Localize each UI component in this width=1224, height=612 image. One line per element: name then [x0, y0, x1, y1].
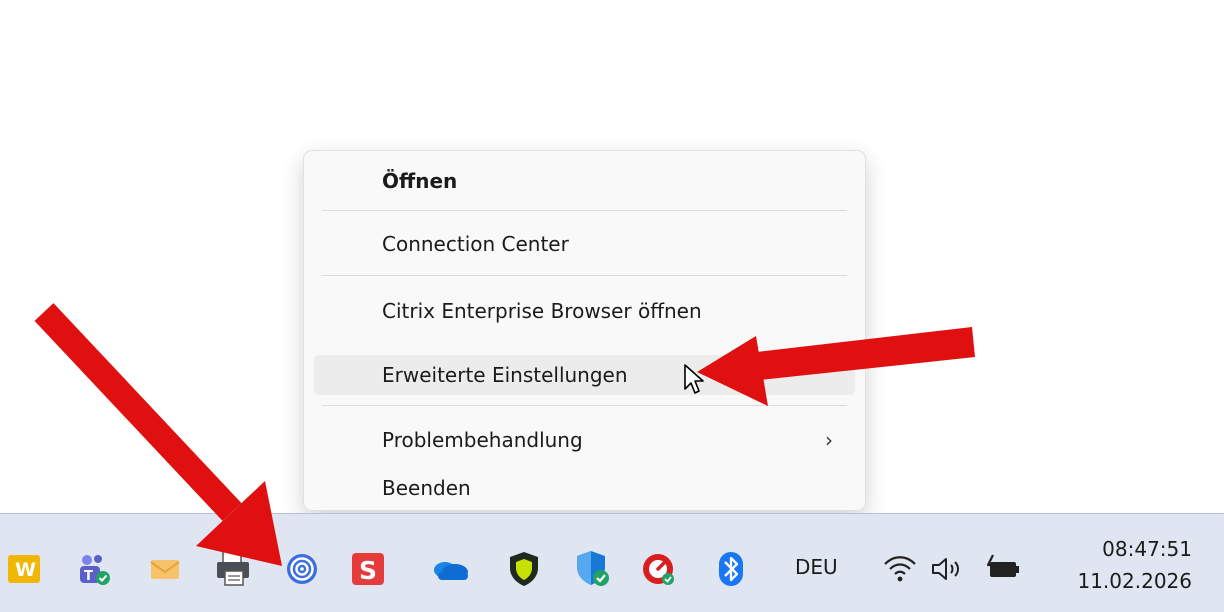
menu-separator — [322, 210, 847, 211]
bluetooth-icon[interactable] — [716, 550, 746, 588]
context-menu: Öffnen Connection Center Citrix Enterpri… — [303, 150, 866, 511]
citrix-workspace-icon[interactable] — [284, 551, 320, 587]
taskbar — [0, 513, 1224, 612]
speedometer-app-icon[interactable] — [640, 551, 678, 589]
mouse-cursor-icon — [684, 364, 704, 394]
input-language-indicator[interactable]: DEU — [795, 555, 838, 579]
svg-text:W: W — [15, 559, 36, 581]
menu-item-label: Connection Center — [382, 232, 569, 256]
teams-icon[interactable]: T — [76, 551, 112, 587]
svg-text:S: S — [359, 556, 377, 585]
menu-item-label: Öffnen — [382, 169, 458, 193]
mail-icon[interactable] — [148, 555, 182, 583]
svg-text:T: T — [84, 569, 93, 584]
menu-item-open[interactable]: Öffnen — [314, 161, 855, 201]
menu-item-open-enterprise-browser[interactable]: Citrix Enterprise Browser öffnen — [314, 291, 855, 331]
wifi-icon[interactable] — [882, 553, 918, 585]
clock-date[interactable]: 11.02.2026 — [1056, 569, 1192, 593]
printer-fax-icon[interactable] — [215, 549, 251, 587]
chevron-right-icon: › — [825, 428, 833, 452]
battery-charging-icon[interactable] — [984, 553, 1024, 585]
menu-item-label: Citrix Enterprise Browser öffnen — [382, 299, 702, 323]
menu-separator — [322, 275, 847, 276]
menu-item-advanced-settings[interactable]: Erweiterte Einstellungen — [314, 355, 855, 395]
menu-item-connection-center[interactable]: Connection Center — [314, 224, 855, 264]
s-app-icon[interactable]: S — [351, 552, 385, 586]
menu-item-exit[interactable]: Beenden — [314, 468, 855, 508]
volume-icon[interactable] — [930, 555, 966, 583]
onedrive-icon[interactable] — [430, 556, 470, 582]
menu-item-troubleshooting[interactable]: Problembehandlung › — [314, 420, 855, 460]
menu-item-label: Beenden — [382, 476, 471, 500]
shield-security-icon[interactable] — [507, 550, 541, 588]
w-app-icon[interactable]: W — [8, 553, 42, 585]
menu-item-label: Problembehandlung — [382, 428, 583, 452]
menu-item-label: Erweiterte Einstellungen — [382, 363, 628, 387]
menu-separator — [322, 405, 847, 406]
defender-icon[interactable] — [574, 549, 612, 589]
clock-time[interactable]: 08:47:51 — [1056, 537, 1192, 561]
